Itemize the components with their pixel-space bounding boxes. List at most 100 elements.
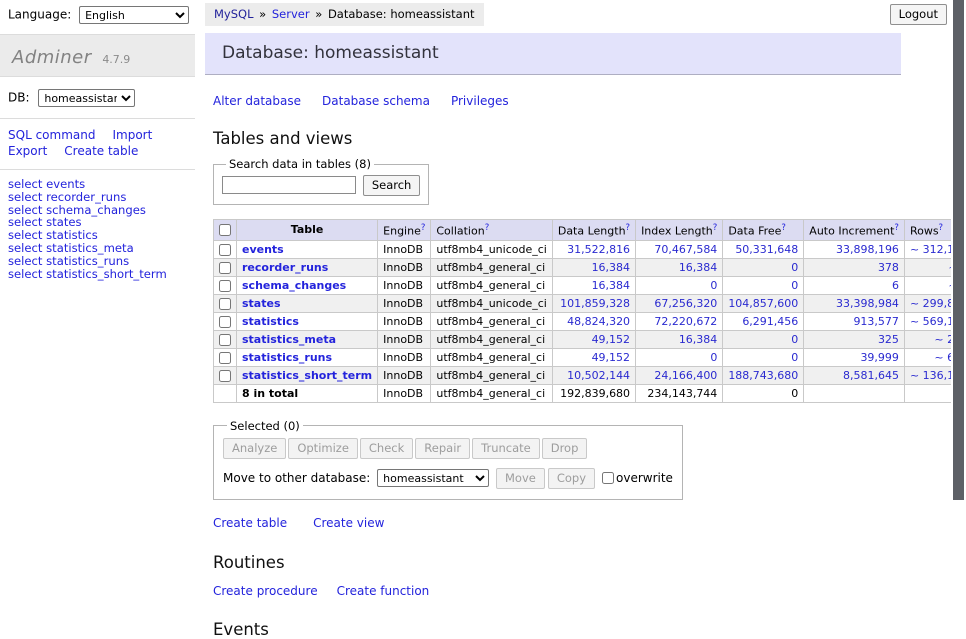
help-link[interactable]: ? [485,223,490,233]
alter-database-link[interactable]: Alter database [213,94,301,108]
data-length-link[interactable]: 10,502,144 [567,369,630,382]
breadcrumb-separator: » [315,7,322,21]
index-length-link[interactable]: 67,256,320 [654,297,717,310]
table-name-link[interactable]: statistics_runs [242,351,332,364]
create-table-link-bottom[interactable]: Create table [213,516,287,530]
db-select[interactable]: homeassistant [38,89,135,107]
sidebar-item-select-statistics-meta[interactable]: select statistics_meta [8,242,187,255]
table-name-link[interactable]: statistics [242,315,299,328]
sidebar: Language: English Adminer 4.7.9 DB: home… [0,0,195,543]
index-length-link[interactable]: 0 [710,351,717,364]
optimize-button[interactable]: Optimize [288,438,358,459]
data-length-link[interactable]: 49,152 [592,333,631,346]
column-header-auto-increment: Auto Increment? [804,220,905,241]
create-procedure-link[interactable]: Create procedure [213,584,318,598]
data-length-link[interactable]: 16,384 [592,279,631,292]
database-schema-link[interactable]: Database schema [322,94,430,108]
page-title: Database: homeassistant [205,33,901,75]
row-checkbox[interactable] [219,298,231,310]
sidebar-item-select-statistics-short-term[interactable]: select statistics_short_term [8,268,187,281]
row-checkbox[interactable] [219,370,231,382]
data-length-link[interactable]: 16,384 [592,261,631,274]
export-link[interactable]: Export [8,144,47,158]
events-heading: Events [213,620,951,639]
move-button[interactable]: Move [496,468,545,489]
overwrite-checkbox[interactable] [602,472,614,484]
data-free-cell: 0 [723,276,804,294]
data-free-cell: 50,331,648 [723,240,804,258]
column-header-data-length: Data Length? [552,220,635,241]
table-name-link[interactable]: statistics_short_term [242,369,372,382]
move-row: Move to other database: homeassistant Mo… [223,468,673,489]
help-link[interactable]: ? [894,223,899,233]
check-button[interactable]: Check [360,438,413,459]
row-checkbox[interactable] [219,316,231,328]
data-length-link[interactable]: 101,859,328 [560,297,630,310]
row-checkbox[interactable] [219,244,231,256]
breadcrumb-mysql-link[interactable]: MySQL [214,7,254,21]
row-checkbox[interactable] [219,262,231,274]
table-name-link[interactable]: statistics_meta [242,333,336,346]
index-length-link[interactable]: 24,166,400 [654,369,717,382]
help-link[interactable]: ? [713,223,718,233]
index-length-link[interactable]: 16,384 [679,333,718,346]
repair-button[interactable]: Repair [415,438,470,459]
index-length-link[interactable]: 0 [710,279,717,292]
column-label: Engine [383,225,421,238]
create-table-link[interactable]: Create table [64,144,138,158]
select-all-checkbox[interactable] [219,224,231,236]
create-function-link[interactable]: Create function [337,584,430,598]
breadcrumb-server-link[interactable]: Server [272,7,310,21]
column-header-data-free: Data Free? [723,220,804,241]
analyze-button[interactable]: Analyze [223,438,286,459]
import-link[interactable]: Import [112,128,152,142]
total-engine: InnoDB [378,384,431,402]
engine-cell: InnoDB [378,276,431,294]
create-view-link[interactable]: Create view [313,516,384,530]
data-length-link[interactable]: 48,824,320 [567,315,630,328]
privileges-link[interactable]: Privileges [451,94,509,108]
selected-actions: AnalyzeOptimizeCheckRepairTruncateDrop [223,438,673,459]
move-database-select[interactable]: homeassistant [377,469,489,487]
row-checkbox[interactable] [219,334,231,346]
column-header-engine: Engine? [378,220,431,241]
help-link[interactable]: ? [939,223,944,233]
search-button[interactable]: Search [363,175,421,196]
table-name-link[interactable]: states [242,297,281,310]
index-length-link[interactable]: 72,220,672 [654,315,717,328]
sidebar-item-select-recorder-runs[interactable]: select recorder_runs [8,191,187,204]
auto-increment-cell: 6 [804,276,905,294]
scrollbar-thumb[interactable] [953,0,964,500]
db-selector-row: DB: homeassistant [0,77,195,119]
auto-increment-cell: 378 [804,258,905,276]
data-free-cell: 0 [723,258,804,276]
search-input[interactable] [222,176,356,194]
copy-button[interactable]: Copy [548,468,595,489]
table-name-link[interactable]: events [242,243,284,256]
table-name-link[interactable]: recorder_runs [242,261,328,274]
auto-increment-cell: 33,898,196 [804,240,905,258]
collation-cell: utf8mb4_general_ci [431,366,552,384]
table-name-link[interactable]: schema_changes [242,279,346,292]
drop-button[interactable]: Drop [542,438,588,459]
index-length-link[interactable]: 16,384 [679,261,718,274]
help-link[interactable]: ? [421,223,426,233]
language-select[interactable]: English [79,6,189,24]
data-free-cell: 188,743,680 [723,366,804,384]
sidebar-item-select-events[interactable]: select events [8,178,187,191]
row-checkbox[interactable] [219,352,231,364]
vertical-scrollbar[interactable] [951,0,966,543]
row-checkbox[interactable] [219,280,231,292]
auto-increment-cell: 913,577 [804,312,905,330]
truncate-button[interactable]: Truncate [472,438,540,459]
collation-cell: utf8mb4_unicode_ci [431,294,552,312]
data-length-link[interactable]: 31,522,816 [567,243,630,256]
help-link[interactable]: ? [781,223,786,233]
sidebar-item-select-statistics-runs[interactable]: select statistics_runs [8,255,187,268]
logout-button[interactable]: Logout [890,4,947,25]
help-link[interactable]: ? [626,223,631,233]
index-length-link[interactable]: 70,467,584 [654,243,717,256]
data-free-cell: 0 [723,348,804,366]
sql-command-link[interactable]: SQL command [8,128,95,142]
data-length-link[interactable]: 49,152 [592,351,631,364]
